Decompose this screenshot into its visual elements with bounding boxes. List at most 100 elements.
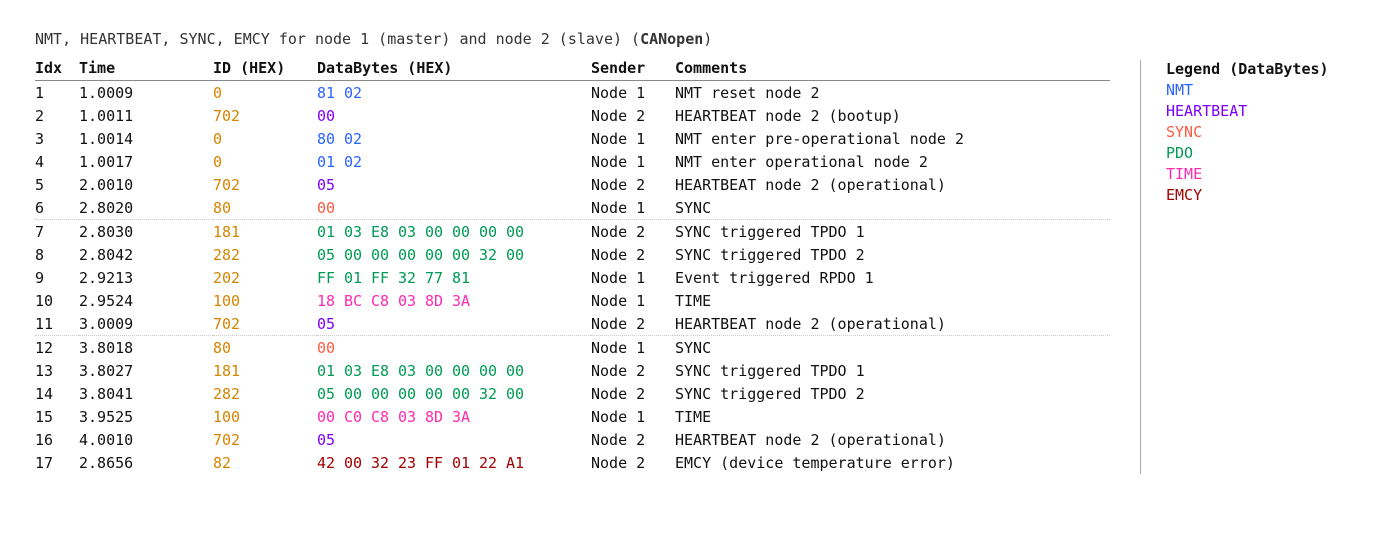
databyte: 02 bbox=[344, 130, 362, 148]
cell-databytes: 0500000000003200 bbox=[317, 382, 591, 405]
databyte: 00 bbox=[479, 223, 506, 241]
databyte: 00 bbox=[506, 385, 524, 403]
table-row: 143.80412820500000000003200Node 2SYNC tr… bbox=[35, 382, 1110, 405]
cell-comment: SYNC triggered TPDO 1 bbox=[675, 359, 1110, 382]
cell-time: 2.8020 bbox=[79, 196, 213, 220]
databyte: 00 bbox=[452, 385, 479, 403]
cell-id: 282 bbox=[213, 382, 317, 405]
cell-id: 100 bbox=[213, 405, 317, 428]
databyte: 03 bbox=[398, 362, 425, 380]
cell-comment: NMT reset node 2 bbox=[675, 81, 1110, 105]
cell-time: 3.8018 bbox=[79, 336, 213, 360]
databyte: 42 bbox=[317, 454, 344, 472]
cell-idx: 17 bbox=[35, 451, 79, 474]
databyte: 00 bbox=[371, 385, 398, 403]
cell-idx: 15 bbox=[35, 405, 79, 428]
cell-time: 1.0014 bbox=[79, 127, 213, 150]
table-row: 133.80271810103E80300000000Node 2SYNC tr… bbox=[35, 359, 1110, 382]
databyte: 77 bbox=[425, 269, 452, 287]
cell-id: 181 bbox=[213, 359, 317, 382]
cell-sender: Node 2 bbox=[591, 428, 675, 451]
cell-time: 2.8042 bbox=[79, 243, 213, 266]
cell-databytes: 8002 bbox=[317, 127, 591, 150]
databyte: 32 bbox=[371, 454, 398, 472]
cell-id: 282 bbox=[213, 243, 317, 266]
databyte: 80 bbox=[317, 130, 344, 148]
legend-item-nmt: NMT bbox=[1166, 80, 1365, 101]
cell-idx: 16 bbox=[35, 428, 79, 451]
databyte: 00 bbox=[506, 223, 524, 241]
cell-sender: Node 2 bbox=[591, 173, 675, 196]
databyte: 02 bbox=[344, 84, 362, 102]
cell-comment: Event triggered RPDO 1 bbox=[675, 266, 1110, 289]
cell-comment: TIME bbox=[675, 405, 1110, 428]
cell-comment: SYNC triggered TPDO 2 bbox=[675, 382, 1110, 405]
cell-id: 82 bbox=[213, 451, 317, 474]
table-row: 11.000908102Node 1NMT reset node 2 bbox=[35, 81, 1110, 105]
cell-sender: Node 1 bbox=[591, 289, 675, 312]
cell-comment: SYNC bbox=[675, 336, 1110, 360]
cell-comment: HEARTBEAT node 2 (operational) bbox=[675, 173, 1110, 196]
databyte: 05 bbox=[317, 385, 344, 403]
cell-comment: SYNC triggered TPDO 1 bbox=[675, 220, 1110, 244]
cell-sender: Node 1 bbox=[591, 81, 675, 105]
databyte: 05 bbox=[317, 315, 335, 333]
databyte: 00 bbox=[506, 246, 524, 264]
databyte: 00 bbox=[425, 246, 452, 264]
databyte: C8 bbox=[371, 408, 398, 426]
cell-id: 80 bbox=[213, 336, 317, 360]
col-comments: Comments bbox=[675, 56, 1110, 81]
col-sender: Sender bbox=[591, 56, 675, 81]
title-suffix: ) bbox=[703, 30, 712, 48]
databyte: 00 bbox=[317, 107, 335, 125]
cell-comment: SYNC triggered TPDO 2 bbox=[675, 243, 1110, 266]
cell-id: 702 bbox=[213, 104, 317, 127]
databyte: 3A bbox=[452, 292, 470, 310]
table-row: 172.86568242003223FF0122A1Node 2EMCY (de… bbox=[35, 451, 1110, 474]
table-row: 21.001170200Node 2HEARTBEAT node 2 (boot… bbox=[35, 104, 1110, 127]
databyte: 00 bbox=[452, 246, 479, 264]
databyte: 00 bbox=[344, 454, 371, 472]
cell-sender: Node 1 bbox=[591, 150, 675, 173]
databyte: 03 bbox=[398, 408, 425, 426]
table-row: 41.001700102Node 1NMT enter operational … bbox=[35, 150, 1110, 173]
databyte: 00 bbox=[317, 339, 335, 357]
table-row: 164.001070205Node 2HEARTBEAT node 2 (ope… bbox=[35, 428, 1110, 451]
cell-id: 702 bbox=[213, 173, 317, 196]
table-row: 102.952410018BCC8038D3ANode 1TIME bbox=[35, 289, 1110, 312]
cell-time: 1.0011 bbox=[79, 104, 213, 127]
databyte: 05 bbox=[317, 246, 344, 264]
databyte: 00 bbox=[425, 223, 452, 241]
log-title: NMT, HEARTBEAT, SYNC, EMCY for node 1 (m… bbox=[35, 30, 1110, 48]
col-databytes: DataBytes (HEX) bbox=[317, 56, 591, 81]
databyte: 00 bbox=[425, 385, 452, 403]
cell-time: 3.8027 bbox=[79, 359, 213, 382]
legend-title: Legend (DataBytes) bbox=[1166, 60, 1365, 78]
cell-time: 3.9525 bbox=[79, 405, 213, 428]
cell-databytes: 00 bbox=[317, 104, 591, 127]
databyte: 00 bbox=[452, 223, 479, 241]
cell-databytes: 42003223FF0122A1 bbox=[317, 451, 591, 474]
cell-sender: Node 2 bbox=[591, 220, 675, 244]
databyte: 03 bbox=[344, 223, 371, 241]
table-row: 113.000970205Node 2HEARTBEAT node 2 (ope… bbox=[35, 312, 1110, 336]
cell-comment: HEARTBEAT node 2 (operational) bbox=[675, 428, 1110, 451]
cell-sender: Node 1 bbox=[591, 127, 675, 150]
cell-databytes: 05 bbox=[317, 428, 591, 451]
databyte: 00 bbox=[317, 408, 344, 426]
legend-item-emcy: EMCY bbox=[1166, 185, 1365, 206]
cell-sender: Node 1 bbox=[591, 196, 675, 220]
cell-time: 1.0009 bbox=[79, 81, 213, 105]
cell-id: 702 bbox=[213, 312, 317, 336]
databyte: 03 bbox=[398, 292, 425, 310]
databyte: 05 bbox=[317, 431, 335, 449]
legend-item-time: TIME bbox=[1166, 164, 1365, 185]
table-row: 153.952510000C0C8038D3ANode 1TIME bbox=[35, 405, 1110, 428]
cell-time: 1.0017 bbox=[79, 150, 213, 173]
cell-databytes: 00C0C8038D3A bbox=[317, 405, 591, 428]
cell-comment: EMCY (device temperature error) bbox=[675, 451, 1110, 474]
cell-time: 2.9524 bbox=[79, 289, 213, 312]
cell-time: 3.0009 bbox=[79, 312, 213, 336]
table-row: 72.80301810103E80300000000Node 2SYNC tri… bbox=[35, 220, 1110, 244]
title-prefix: NMT, HEARTBEAT, SYNC, EMCY for node 1 (m… bbox=[35, 30, 640, 48]
